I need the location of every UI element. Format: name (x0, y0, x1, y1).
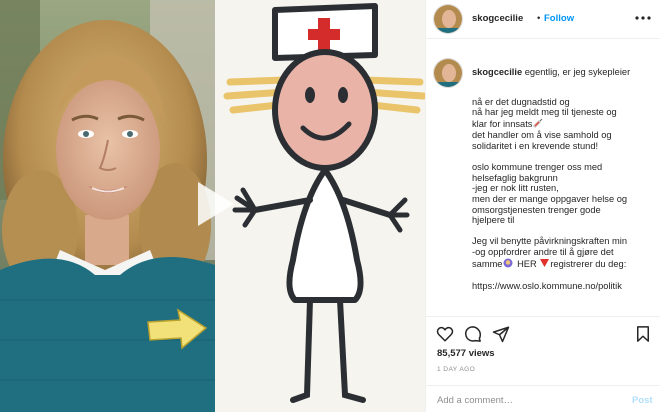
add-comment-bar: Post (426, 385, 660, 412)
caption-line: solidaritet i en krevende stund! (472, 140, 599, 151)
view-count[interactable]: 85,577 views (437, 348, 495, 359)
portrait-photo (0, 0, 215, 412)
syringe-emoji (533, 118, 543, 131)
caption-line: -jeg er nok litt rusten, (472, 183, 559, 194)
post-header: skogcecilie • Follow (426, 0, 660, 39)
caption-line: det handler om å vise samhold og (472, 130, 612, 141)
red-down-triangle-emoji (540, 258, 550, 270)
share-icon[interactable] (492, 325, 510, 343)
caption-area: skogcecilie egentlig, er jeg sykepleier … (426, 46, 660, 316)
caption-line: klar for innsats (472, 118, 654, 131)
heart-icon[interactable] (436, 325, 454, 343)
post-comment-button[interactable]: Post (632, 395, 653, 406)
caption-line: nå er det dugnadstid og (472, 96, 570, 107)
caption-line: men der er mange oppgaver helse og (472, 193, 628, 204)
caption-avatar[interactable] (433, 58, 463, 88)
follow-button[interactable]: Follow (544, 13, 574, 24)
play-icon[interactable] (184, 176, 240, 232)
bookmark-icon[interactable] (634, 325, 652, 343)
comment-icon[interactable] (464, 325, 482, 343)
caption-gap (472, 226, 654, 237)
caption-line: Jeg vil benytte påvirkningskraften min (472, 236, 628, 247)
caption-line: samme HER registrerer du deg: (472, 258, 627, 271)
caption-text: egentlig, er jeg sykepleier (524, 67, 631, 77)
caption-line: nå har jeg meldt meg til tjeneste og (472, 107, 617, 118)
post-media[interactable] (0, 0, 425, 412)
caption-line: -og oppfordrer andre til å gjøre det (472, 246, 614, 257)
more-options-icon[interactable] (634, 8, 652, 28)
post-side-panel: skogcecilie • Follow skogcecilie egentli… (425, 0, 660, 412)
caption-line: oslo kommune trenger oss med (472, 162, 603, 173)
post-timestamp: 1 DAY AGO (437, 366, 476, 373)
header-username[interactable]: skogcecilie (472, 13, 523, 24)
comment-input[interactable] (437, 392, 617, 408)
caption-link[interactable]: https://www.oslo.kommune.no/politik (472, 281, 654, 292)
caption-gap (472, 152, 654, 163)
caption-line: helsefaglig bakgrunn (472, 172, 558, 183)
caption-line: omsorgstjenesten trenger gode (472, 204, 601, 215)
separator-dot: • (537, 13, 541, 24)
action-bar (426, 316, 660, 350)
avatar[interactable] (433, 4, 463, 34)
caption-line: hjelpere til (472, 215, 515, 226)
caption-gap (472, 270, 654, 281)
nurse-drawing (215, 0, 425, 412)
raising-hand-emoji (503, 258, 513, 271)
caption-body: nå er det dugnadstid og nå har jeg meldt… (472, 86, 654, 291)
caption-username[interactable]: skogcecilie (472, 67, 522, 77)
caption-first-line: skogcecilie egentlig, er jeg sykepleier (472, 66, 652, 78)
